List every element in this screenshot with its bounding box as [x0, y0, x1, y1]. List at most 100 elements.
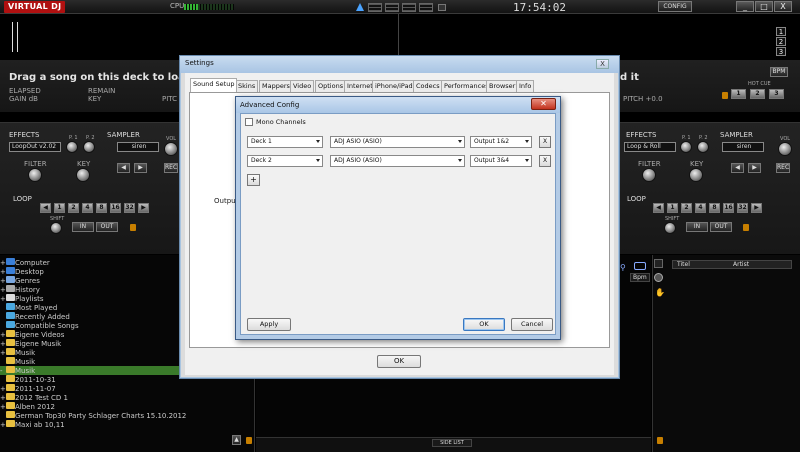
minimize-button[interactable]: _: [736, 1, 754, 12]
loop-1-button[interactable]: 1: [667, 203, 678, 213]
tab-codecs[interactable]: Codecs: [413, 80, 443, 92]
side-list-toggle[interactable]: [654, 259, 663, 268]
lock-icon[interactable]: [246, 437, 252, 444]
mixer-view-icon[interactable]: [368, 3, 382, 12]
deck-select-2[interactable]: 2: [776, 37, 786, 46]
loop-16-button[interactable]: 16: [723, 203, 734, 213]
tab-browser[interactable]: Browser: [486, 80, 519, 92]
search-icon[interactable]: ⚲: [620, 263, 626, 272]
loop-shift-knob[interactable]: [50, 222, 62, 234]
loop-2-button[interactable]: 2: [681, 203, 692, 213]
side-list-tab[interactable]: SIDE LIST: [432, 439, 472, 447]
close-button[interactable]: X: [774, 1, 792, 12]
deck-select-1[interactable]: 1: [776, 27, 786, 36]
p2-knob[interactable]: [83, 141, 95, 153]
config-button[interactable]: CONFIG: [658, 1, 692, 12]
side-list-add-icon[interactable]: [654, 273, 663, 282]
advanced-cancel-button[interactable]: Cancel: [511, 318, 553, 331]
hot-cue-3[interactable]: 3: [769, 89, 784, 99]
tab-performances[interactable]: Performances: [441, 80, 492, 92]
loop-next-button[interactable]: ▶: [751, 203, 762, 213]
sampler-volume-knob[interactable]: [164, 142, 178, 156]
p1-knob[interactable]: [66, 141, 78, 153]
key-knob[interactable]: [689, 168, 703, 182]
loop-8-button[interactable]: 8: [96, 203, 107, 213]
loop-4-button[interactable]: 4: [695, 203, 706, 213]
filter-knob[interactable]: [642, 168, 656, 182]
add-output-button[interactable]: +: [247, 174, 260, 186]
loop-next-button[interactable]: ▶: [138, 203, 149, 213]
p1-knob[interactable]: [680, 141, 692, 153]
tab-iphone-ipad[interactable]: iPhone/iPad: [372, 80, 416, 92]
advanced-ok-button[interactable]: OK: [463, 318, 505, 331]
record-icon[interactable]: [438, 4, 446, 11]
folder-tree-item[interactable]: + Alben 2012: [0, 402, 255, 411]
apply-button[interactable]: Apply: [247, 318, 291, 331]
mixer-view-icon[interactable]: [385, 3, 399, 12]
loop-in-button[interactable]: IN: [72, 222, 94, 232]
lock-icon[interactable]: [722, 92, 728, 99]
loop-2-button[interactable]: 2: [68, 203, 79, 213]
side-list-pointer-icon[interactable]: ✋: [655, 288, 665, 297]
waveform-left[interactable]: [0, 14, 399, 56]
effect-select[interactable]: Loop & Roll: [624, 142, 676, 152]
display-mode-icon[interactable]: [634, 262, 646, 270]
bpm-column-header[interactable]: Bpm: [630, 273, 650, 282]
sampler-play-button[interactable]: ▶: [134, 163, 147, 173]
loop-prev-button[interactable]: ◀: [653, 203, 664, 213]
tab-options[interactable]: Options: [315, 80, 347, 92]
sampler-prev-button[interactable]: ◀: [117, 163, 130, 173]
mixer-view-icon[interactable]: [402, 3, 416, 12]
col-artist[interactable]: Artist: [733, 261, 749, 268]
deck-1-device-select[interactable]: ADJ ASIO (ASIO): [330, 136, 465, 148]
remove-deck-1-button[interactable]: X: [539, 136, 551, 148]
hot-cue-2[interactable]: 2: [750, 89, 765, 99]
advanced-close-button[interactable]: ✕: [531, 98, 556, 110]
loop-4-button[interactable]: 4: [82, 203, 93, 213]
hot-cue-1[interactable]: 1: [731, 89, 746, 99]
sampler-select[interactable]: siren: [722, 142, 764, 152]
settings-close-button[interactable]: X: [596, 59, 609, 69]
tab-mappers[interactable]: Mappers: [259, 80, 293, 92]
deck-2-select[interactable]: Deck 2: [247, 155, 323, 167]
remove-deck-2-button[interactable]: X: [539, 155, 551, 167]
sampler-rec-button[interactable]: REC: [164, 163, 178, 173]
settings-titlebar[interactable]: [180, 56, 619, 73]
folder-tree-item[interactable]: +2011-11-07: [0, 384, 255, 393]
loop-1-button[interactable]: 1: [54, 203, 65, 213]
tab-video[interactable]: Video: [290, 80, 315, 92]
lock-icon[interactable]: [743, 224, 749, 231]
loop-8-button[interactable]: 8: [709, 203, 720, 213]
loop-shift-knob[interactable]: [664, 222, 676, 234]
sampler-prev-button[interactable]: ◀: [731, 163, 744, 173]
crossfader-mode-icon[interactable]: [356, 3, 364, 11]
tree-options-button[interactable]: ▲: [232, 435, 241, 445]
loop-32-button[interactable]: 32: [737, 203, 748, 213]
folder-tree-item[interactable]: German Top30 Party Schlager Charts 15.10…: [0, 411, 255, 420]
bpm-button[interactable]: BPM: [770, 67, 788, 77]
effect-select[interactable]: LoopOut v2.02: [9, 142, 61, 152]
loop-out-button[interactable]: OUT: [710, 222, 732, 232]
sampler-play-button[interactable]: ▶: [748, 163, 761, 173]
mono-channels-checkbox[interactable]: [245, 118, 253, 126]
maximize-button[interactable]: □: [755, 1, 773, 12]
tab-skins[interactable]: Skins: [235, 80, 259, 92]
deck-1-select[interactable]: Deck 1: [247, 136, 323, 148]
settings-ok-button[interactable]: OK: [377, 355, 421, 368]
sampler-volume-knob[interactable]: [778, 142, 792, 156]
deck-select-3[interactable]: 3: [776, 47, 786, 56]
waveform-right[interactable]: [400, 14, 800, 56]
sampler-rec-button[interactable]: REC: [776, 163, 790, 173]
folder-tree-item[interactable]: +2012 Test CD 1: [0, 393, 255, 402]
loop-out-button[interactable]: OUT: [96, 222, 118, 232]
lock-icon[interactable]: [130, 224, 136, 231]
key-knob[interactable]: [76, 168, 90, 182]
filter-knob[interactable]: [28, 168, 42, 182]
tab-sound-setup[interactable]: Sound Setup: [190, 78, 238, 92]
deck-2-device-select[interactable]: ADJ ASIO (ASIO): [330, 155, 465, 167]
tab-info[interactable]: Info: [516, 80, 535, 92]
folder-tree-item[interactable]: + Maxi ab 10,11: [0, 420, 255, 429]
loop-in-button[interactable]: IN: [686, 222, 708, 232]
loop-prev-button[interactable]: ◀: [40, 203, 51, 213]
p2-knob[interactable]: [697, 141, 709, 153]
